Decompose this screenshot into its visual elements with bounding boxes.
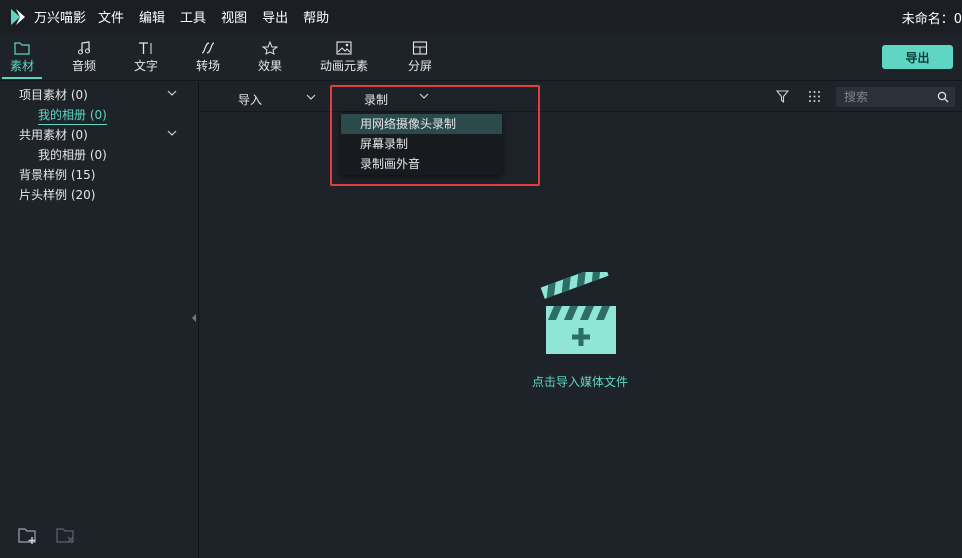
image-icon (336, 41, 352, 55)
clapperboard-icon[interactable] (540, 272, 620, 358)
chevron-down-icon[interactable] (306, 93, 316, 101)
menu-item-voiceover-record[interactable]: 录制画外音 (341, 154, 502, 174)
tab-label: 文字 (133, 59, 158, 73)
tab-label: 素材 (9, 59, 34, 73)
menu-item-webcam-record[interactable]: 用网络摄像头录制 (341, 114, 502, 134)
record-button[interactable]: 录制 (364, 91, 388, 108)
tab-effects[interactable]: 效果 (242, 37, 298, 79)
menu-item-screen-record[interactable]: 屏幕录制 (341, 134, 502, 154)
menu-export[interactable]: 导出 (262, 7, 288, 26)
tab-label: 音频 (71, 59, 96, 73)
sidebar-item-shared-album[interactable]: 我的相册 (0) (38, 146, 107, 163)
chevron-down-icon[interactable] (167, 88, 177, 98)
tab-label: 分屏 (407, 59, 432, 73)
record-dropdown-menu: 用网络摄像头录制 屏幕录制 录制画外音 (341, 112, 502, 175)
filter-icon[interactable] (776, 90, 789, 103)
tab-split-screen[interactable]: 分屏 (392, 37, 448, 79)
text-icon (139, 42, 152, 54)
document-title: 未命名：0 (901, 12, 962, 27)
chevron-down-icon[interactable] (419, 92, 429, 100)
sidebar-item-project-media[interactable]: 项目素材 (0) (19, 86, 88, 103)
chevron-down-icon[interactable] (167, 128, 177, 138)
search-box (836, 87, 955, 107)
tab-label: 转场 (195, 59, 220, 73)
tab-text[interactable]: 文字 (118, 37, 174, 79)
search-input[interactable] (844, 89, 934, 105)
delete-folder-icon[interactable] (55, 525, 77, 545)
media-header-bar: 导入 录制 (200, 82, 962, 112)
app-title: 万兴喵影 (34, 11, 87, 26)
effects-icon (262, 41, 278, 55)
sidebar-item-background-samples[interactable]: 背景样例 (15) (19, 166, 95, 183)
menu-help[interactable]: 帮助 (303, 7, 329, 26)
sidebar-item-shared-media[interactable]: 共用素材 (0) (19, 126, 88, 143)
tab-label: 效果 (257, 59, 282, 73)
import-media-prompt[interactable]: 点击导入媒体文件 (500, 373, 660, 390)
tab-transition[interactable]: 转场 (180, 37, 236, 79)
music-note-icon (78, 41, 90, 55)
search-icon[interactable] (937, 91, 949, 103)
active-tab-indicator (2, 77, 42, 79)
export-button[interactable]: 导出 (882, 45, 953, 69)
sidebar-item-my-album[interactable]: 我的相册 (0) (38, 106, 107, 125)
menu-view[interactable]: 视图 (221, 7, 247, 26)
transition-icon (201, 42, 215, 54)
menu-edit[interactable]: 编辑 (139, 7, 165, 26)
tab-audio[interactable]: 音频 (56, 37, 112, 79)
tab-label: 动画元素 (319, 59, 368, 73)
app-logo-icon (11, 8, 25, 25)
sidebar-item-intro-samples[interactable]: 片头样例 (20) (19, 186, 95, 203)
tab-media[interactable]: 素材 (0, 37, 50, 79)
collapse-panel-icon[interactable] (191, 313, 197, 323)
new-folder-icon[interactable] (17, 525, 39, 545)
menu-tools[interactable]: 工具 (180, 7, 206, 26)
menu-file[interactable]: 文件 (98, 7, 124, 26)
media-library-sidebar: 项目素材 (0) 我的相册 (0) 共用素材 (0) 我的相册 (0) 背景样例… (0, 82, 199, 558)
import-button[interactable]: 导入 (238, 91, 262, 108)
tab-elements[interactable]: 动画元素 (304, 37, 384, 79)
main-toolbar: 素材 音频 文字 转场 效果 动画元素 分屏 (0, 33, 962, 81)
menubar: 万兴喵影 文件 编辑 工具 视图 导出 帮助 未命名：0 (0, 0, 962, 33)
split-screen-icon (412, 41, 428, 55)
grid-view-icon[interactable] (808, 90, 821, 103)
folder-icon (14, 42, 30, 55)
